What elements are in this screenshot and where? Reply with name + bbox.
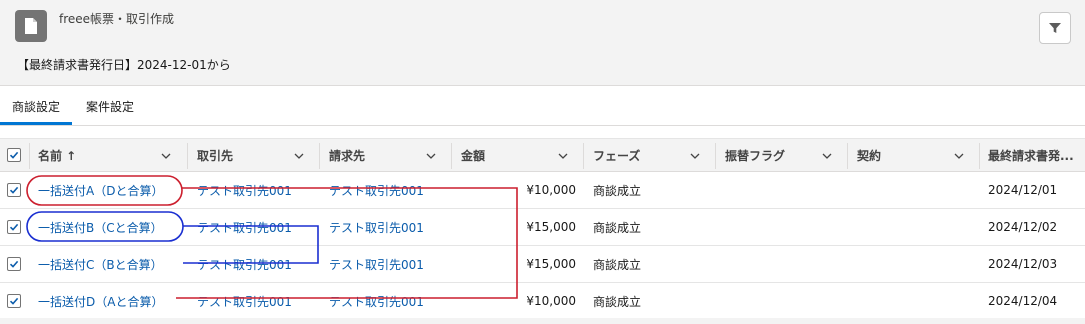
last-invoice-date-cell: 2024/12/03 bbox=[988, 257, 1058, 271]
table-row: 一括送付C（Bと合算） テスト取引先001 テスト取引先001 ¥15,000 … bbox=[0, 246, 1085, 283]
column-header-account[interactable]: 取引先 bbox=[197, 139, 287, 172]
column-header-name[interactable]: 名前 ↑ bbox=[38, 139, 178, 172]
chevron-down-icon[interactable] bbox=[558, 151, 568, 161]
filter-button[interactable] bbox=[1039, 12, 1071, 44]
tab-bar: 商談設定 案件設定 bbox=[0, 86, 1085, 126]
account-link[interactable]: テスト取引先001 bbox=[197, 209, 292, 245]
phase-cell: 商談成立 bbox=[593, 294, 642, 309]
column-header-amount[interactable]: 金額 bbox=[461, 139, 551, 172]
select-all-checkbox[interactable] bbox=[7, 148, 21, 162]
checkmark-icon bbox=[9, 151, 19, 159]
page-header: freee帳票・取引作成 【最終請求書発行日】2024-12-01から bbox=[0, 0, 1085, 86]
checkmark-icon bbox=[9, 260, 19, 268]
table-header: 名前 ↑ 取引先 請求先 金額 フェーズ 振替フラグ 契約 最終請求書発... bbox=[0, 138, 1085, 172]
chevron-down-icon[interactable] bbox=[426, 151, 436, 161]
checkmark-icon bbox=[9, 186, 19, 194]
account-link[interactable]: テスト取引先001 bbox=[197, 172, 292, 208]
chevron-down-icon[interactable] bbox=[161, 151, 171, 161]
amount-cell: ¥15,000 bbox=[526, 257, 576, 271]
billing-link[interactable]: テスト取引先001 bbox=[329, 246, 424, 282]
column-header-phase[interactable]: フェーズ bbox=[593, 139, 683, 172]
tab-project-settings[interactable]: 案件設定 bbox=[86, 98, 134, 115]
opportunity-name-link[interactable]: 一括送付C（Bと合算） bbox=[38, 246, 163, 282]
last-invoice-date-cell: 2024/12/04 bbox=[988, 294, 1058, 308]
checkmark-icon bbox=[9, 223, 19, 231]
row-checkbox[interactable] bbox=[7, 220, 21, 234]
filter-info: 【最終請求書発行日】2024-12-01から bbox=[17, 58, 231, 72]
account-link[interactable]: テスト取引先001 bbox=[197, 246, 292, 282]
billing-link[interactable]: テスト取引先001 bbox=[329, 209, 424, 245]
phase-cell: 商談成立 bbox=[593, 183, 642, 198]
document-icon bbox=[15, 10, 47, 42]
column-header-billing[interactable]: 請求先 bbox=[329, 139, 419, 172]
amount-cell: ¥10,000 bbox=[526, 183, 576, 197]
phase-cell: 商談成立 bbox=[593, 220, 642, 235]
amount-cell: ¥10,000 bbox=[526, 294, 576, 308]
chevron-down-icon[interactable] bbox=[954, 151, 964, 161]
last-invoice-date-cell: 2024/12/02 bbox=[988, 220, 1058, 234]
opportunity-name-link[interactable]: 一括送付B（Cと合算） bbox=[38, 209, 163, 245]
table-row: 一括送付D（Aと合算） テスト取引先001 テスト取引先001 ¥10,000 … bbox=[0, 283, 1085, 320]
column-header-contract[interactable]: 契約 bbox=[857, 139, 947, 172]
phase-cell: 商談成立 bbox=[593, 257, 642, 272]
row-checkbox[interactable] bbox=[7, 294, 21, 308]
checkmark-icon bbox=[9, 297, 19, 305]
row-checkbox[interactable] bbox=[7, 257, 21, 271]
chevron-down-icon[interactable] bbox=[294, 151, 304, 161]
table-row: 一括送付B（Cと合算） テスト取引先001 テスト取引先001 ¥15,000 … bbox=[0, 209, 1085, 246]
chevron-down-icon[interactable] bbox=[690, 151, 700, 161]
account-link[interactable]: テスト取引先001 bbox=[197, 283, 292, 319]
active-tab-indicator bbox=[0, 122, 72, 125]
tab-opportunity-settings[interactable]: 商談設定 bbox=[12, 98, 60, 115]
app-title: freee帳票・取引作成 bbox=[59, 12, 175, 26]
billing-link[interactable]: テスト取引先001 bbox=[329, 172, 424, 208]
billing-link[interactable]: テスト取引先001 bbox=[329, 283, 424, 319]
last-invoice-date-cell: 2024/12/01 bbox=[988, 183, 1058, 197]
opportunity-name-link[interactable]: 一括送付A（Dと合算） bbox=[38, 172, 163, 208]
opportunity-name-link[interactable]: 一括送付D（Aと合算） bbox=[38, 283, 163, 319]
funnel-icon bbox=[1049, 23, 1061, 33]
chevron-down-icon[interactable] bbox=[822, 151, 832, 161]
column-header-transfer-flag[interactable]: 振替フラグ bbox=[725, 139, 835, 172]
row-checkbox[interactable] bbox=[7, 183, 21, 197]
table-row: 一括送付A（Dと合算） テスト取引先001 テスト取引先001 ¥10,000 … bbox=[0, 172, 1085, 209]
column-header-last-invoice-date[interactable]: 最終請求書発... bbox=[988, 139, 1083, 172]
amount-cell: ¥15,000 bbox=[526, 220, 576, 234]
